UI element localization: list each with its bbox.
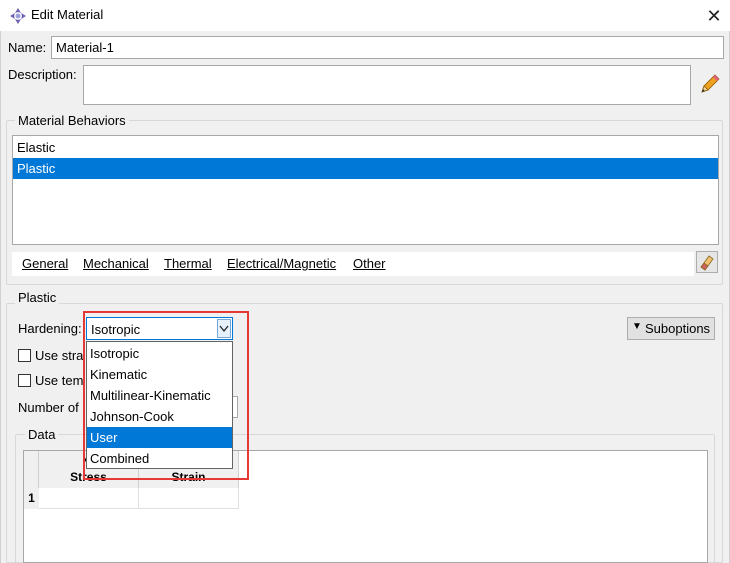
- hardening-label: Hardening:: [18, 321, 82, 336]
- window-title: Edit Material: [31, 7, 104, 22]
- menu-mechanical[interactable]: Mechanical: [83, 256, 149, 271]
- edit-description-pencil-icon[interactable]: [698, 72, 722, 96]
- behaviors-list: Elastic Plastic: [12, 135, 719, 245]
- use-strain-label: Use stra: [35, 348, 84, 363]
- title-bar: Edit Material ✕: [0, 0, 730, 32]
- table-cell[interactable]: [39, 488, 139, 509]
- table-cell[interactable]: [139, 488, 239, 509]
- menu-general[interactable]: General: [22, 256, 68, 271]
- menu-other[interactable]: Other: [353, 256, 386, 271]
- suboptions-label: Suboptions: [645, 321, 711, 336]
- material-behaviors-title: Material Behaviors: [15, 113, 129, 128]
- close-icon: ✕: [706, 6, 722, 26]
- plastic-group-title: Plastic: [15, 290, 60, 305]
- name-input[interactable]: Material-1: [51, 36, 724, 59]
- name-label: Name:: [8, 40, 47, 55]
- use-strain-checkbox[interactable]: [18, 349, 31, 362]
- list-item-plastic[interactable]: Plastic: [13, 158, 718, 179]
- app-icon: [10, 8, 26, 24]
- eraser-icon: [700, 255, 714, 271]
- use-temperature-checkbox[interactable]: [18, 374, 31, 387]
- table-corner: [24, 451, 39, 488]
- menu-electrical-magnetic[interactable]: Electrical/Magnetic: [227, 256, 336, 271]
- menu-thermal[interactable]: Thermal: [164, 256, 212, 271]
- row-header: 1: [24, 488, 39, 509]
- list-item-elastic[interactable]: Elastic: [13, 137, 718, 158]
- dropdown-arrow-icon: ▼: [632, 321, 642, 332]
- delete-behavior-button[interactable]: [696, 251, 718, 273]
- close-button[interactable]: ✕: [700, 2, 728, 30]
- use-temperature-label: Use tem: [35, 373, 84, 388]
- highlight-box: [83, 311, 249, 480]
- behavior-menu-strip: General Mechanical Thermal Electrical/Ma…: [12, 252, 694, 276]
- description-label: Description:: [8, 67, 77, 82]
- data-group-title: Data: [25, 427, 59, 442]
- description-input[interactable]: [83, 65, 691, 105]
- number-of-label: Number of: [18, 400, 79, 415]
- suboptions-button[interactable]: ▼ Suboptions: [627, 317, 715, 340]
